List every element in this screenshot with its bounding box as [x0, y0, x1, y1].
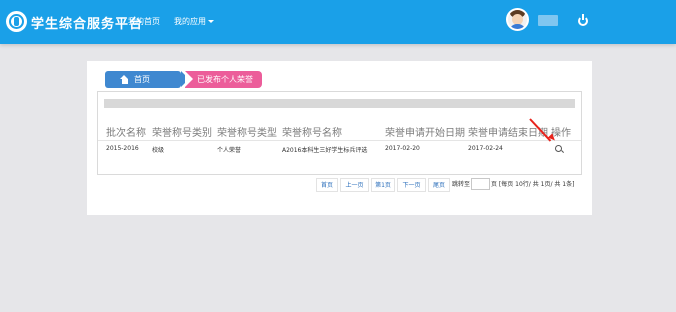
pagination-page[interactable]: 第1页: [371, 178, 395, 192]
nav-my-home[interactable]: 我的首页: [128, 16, 160, 27]
pagination-goto-label: 跳转至: [452, 181, 471, 188]
pagination-first[interactable]: 首页: [316, 178, 338, 192]
magnifier-icon[interactable]: [555, 145, 562, 152]
cell-batch: 2015-2016: [106, 145, 139, 152]
column-header-batch[interactable]: 批次名称: [106, 124, 146, 139]
breadcrumb-current[interactable]: 已发布个人荣誉: [185, 71, 262, 88]
column-header-type[interactable]: 荣誉称号类型: [217, 124, 277, 139]
nav-my-apps[interactable]: 我的应用: [174, 16, 214, 27]
cell-type: 个人荣誉: [217, 147, 242, 154]
pagination-summary: 页 [每页 10行/ 共 1页/ 共 1条]: [491, 181, 575, 188]
home-icon: [120, 75, 129, 84]
cell-start-date: 2017-02-20: [385, 145, 420, 152]
breadcrumb-home[interactable]: 首页: [105, 71, 189, 88]
username-redacted[interactable]: [538, 15, 558, 26]
user-avatar[interactable]: [506, 8, 529, 31]
chevron-down-icon: [208, 20, 214, 23]
column-header-name[interactable]: 荣誉称号名称: [282, 124, 342, 139]
power-icon[interactable]: [578, 14, 588, 26]
column-header-category[interactable]: 荣誉称号类别: [152, 124, 212, 139]
cell-name: A2016本科生三好学生标兵评选: [282, 147, 368, 154]
breadcrumb-notch: [185, 71, 193, 87]
pagination-last[interactable]: 尾页: [428, 178, 450, 192]
pagination-next[interactable]: 下一页: [397, 178, 426, 192]
cell-category: 校级: [152, 147, 165, 154]
nav-my-apps-label: 我的应用: [174, 17, 206, 26]
top-navbar: 学生综合服务平台 我的首页 我的应用: [0, 0, 676, 44]
pagination-prev[interactable]: 上一页: [340, 178, 369, 192]
brand-title[interactable]: 学生综合服务平台: [31, 13, 143, 32]
pagination-goto-input[interactable]: [471, 178, 490, 190]
cell-end-date: 2017-02-24: [468, 145, 503, 152]
table-toolbar: [104, 99, 575, 108]
breadcrumb-current-label: 已发布个人荣誉: [197, 75, 253, 84]
column-header-start-date[interactable]: 荣誉申请开始日期: [385, 124, 465, 139]
avatar-shirt: [509, 24, 526, 29]
breadcrumb-home-label: 首页: [134, 75, 150, 84]
table-row-divider: [98, 140, 581, 141]
logo-icon[interactable]: [6, 11, 27, 32]
